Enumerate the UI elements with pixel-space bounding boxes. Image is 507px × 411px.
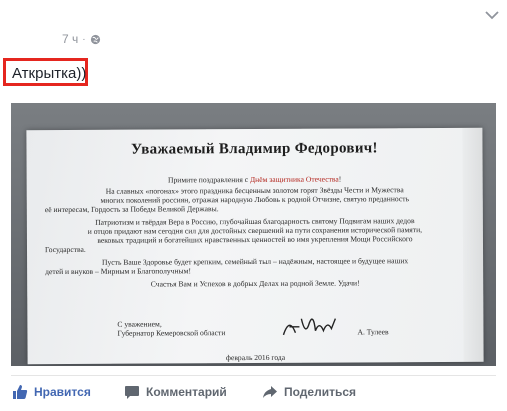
letter-p2-line4: Государства. [44,244,86,255]
comment-button[interactable]: Комментарий [124,384,227,400]
like-label: Нравится [34,385,91,399]
greeting-red: Днём защитника Отечества [249,174,339,185]
letter-title: Уважаемый Владимир Федорович! [131,140,378,158]
post-caption: Аткрытка)) [12,65,87,82]
thumbs-up-icon [13,385,28,399]
comment-label: Комментарий [146,385,227,399]
actions-divider [11,375,496,376]
letter-sign-block: С уважением, Губернатор Кемеровской обла… [117,319,226,338]
post-actions: Нравится Комментарий Поделиться [0,378,507,408]
share-icon [263,386,277,398]
letter-text: Уважаемый Владимир Федорович! Примите по… [26,128,483,364]
chevron-down-icon[interactable] [483,8,501,22]
comment-icon [125,386,139,399]
share-button[interactable]: Поделиться [262,384,356,400]
meta-separator: · [82,33,86,45]
facebook-post: 7 ч · Аткрытка)) Уважаемый Владимир Федо… [0,0,507,411]
share-label: Поделиться [284,385,357,399]
like-button[interactable]: Нравится [12,384,91,400]
sign-name: А. Тулеев [357,327,389,337]
globe-icon[interactable] [90,34,101,45]
letter-date: февраль 2016 года [226,352,286,363]
greeting-prefix: Примите поздравления с [167,175,251,185]
caption-highlight: Аткрытка)) [3,58,88,86]
post-photo[interactable]: Уважаемый Владимир Федорович! Примите по… [11,103,496,366]
handwritten-signature [282,318,337,336]
post-time[interactable]: 7 ч [62,32,78,46]
greeting-card: Уважаемый Владимир Федорович! Примите по… [26,127,484,365]
greeting-suffix: ! [338,174,342,184]
post-meta: 7 ч · [62,32,101,46]
sign-line2: Губернатор Кемеровской области [117,328,226,338]
letter-p1-line3: её интересам, Гордость за Победы Великой… [44,204,219,215]
letter-p3-line2: детей и внуков – Мирным и Благополучным! [45,266,191,277]
letter-p4-line1: Счастья Вам и Успехов в добрых Делах на … [150,278,360,289]
letter-greeting: Примите поздравления с Днём защитника От… [45,174,465,185]
